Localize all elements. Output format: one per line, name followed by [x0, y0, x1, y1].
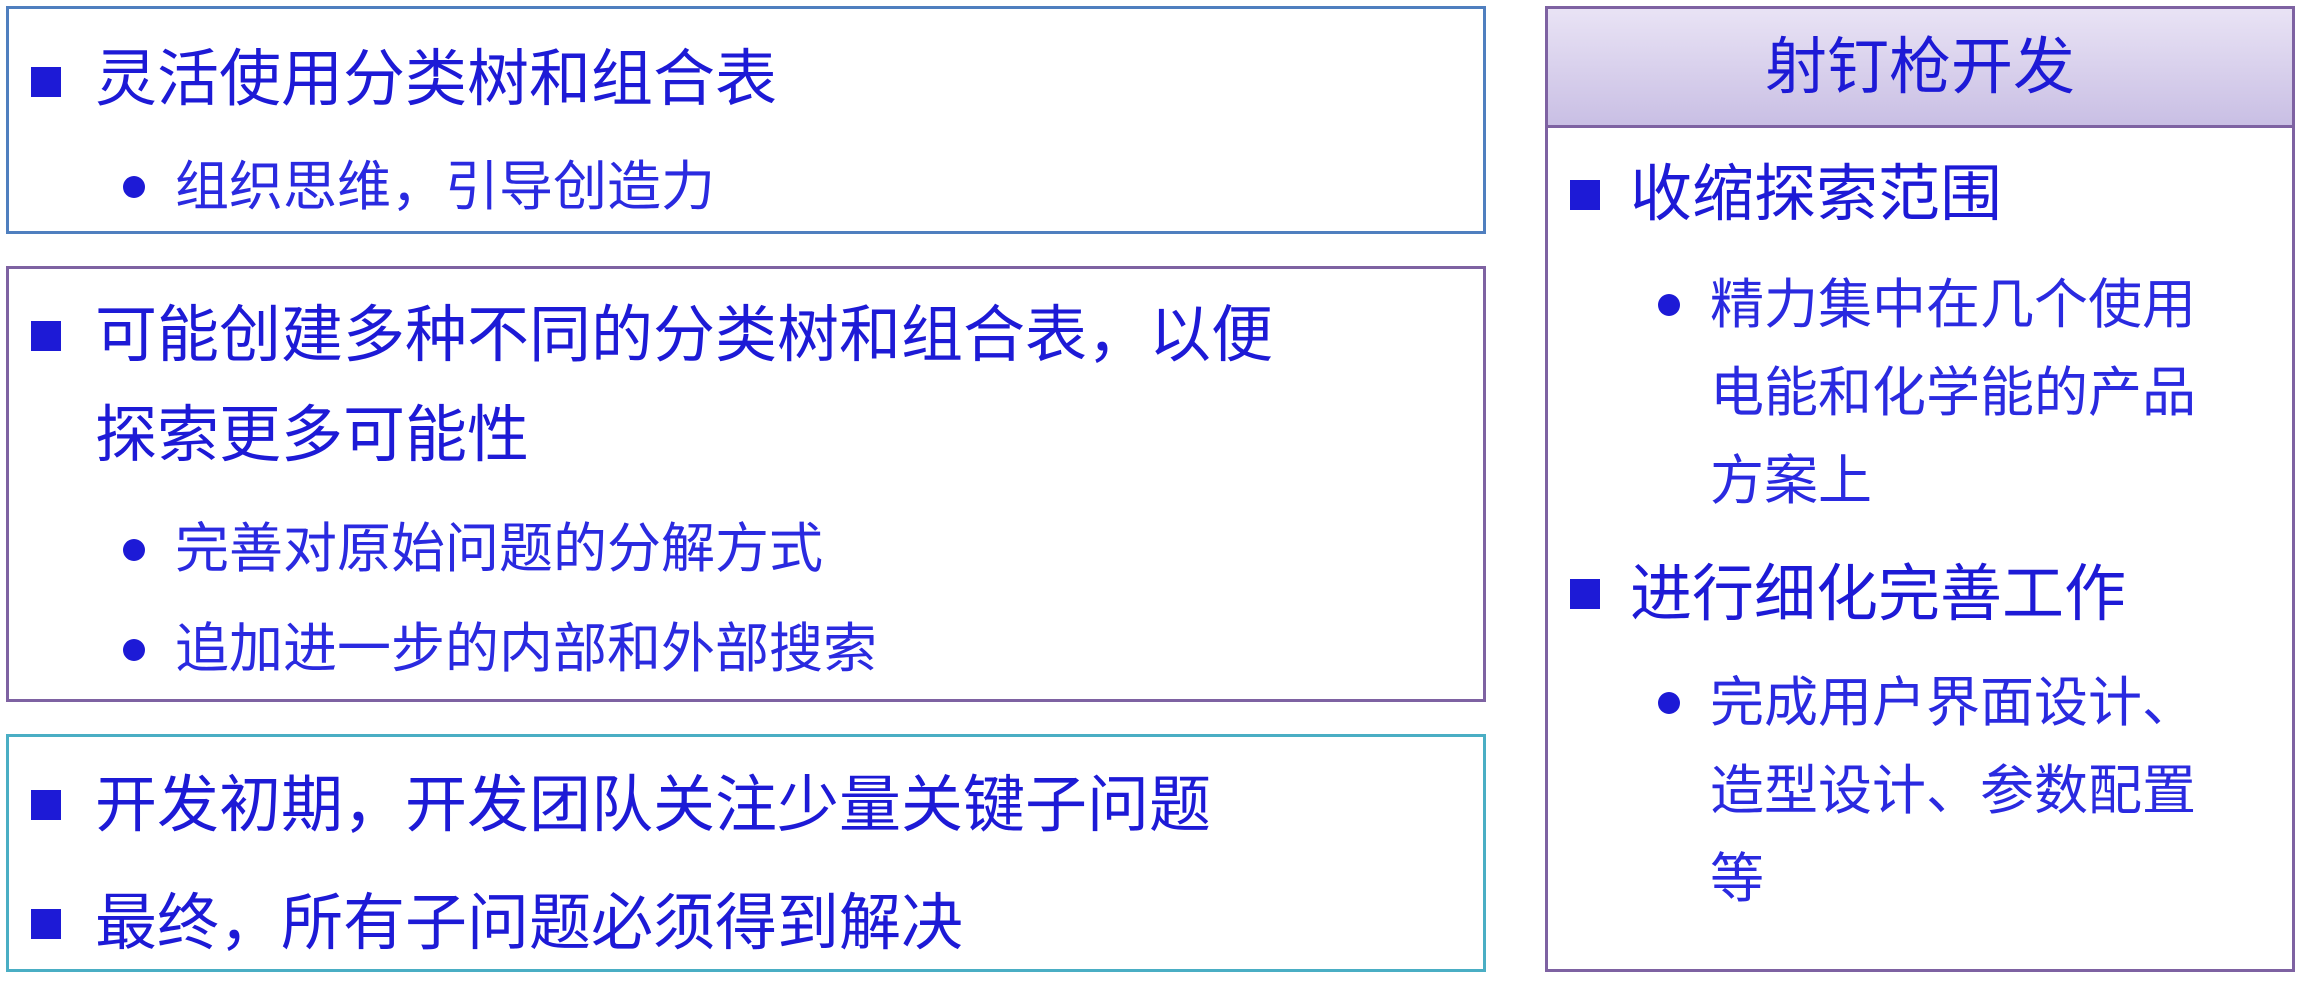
- bullet-text: 开发初期，开发团队关注少量关键子问题: [95, 768, 1212, 841]
- dot-bullet-icon: [123, 176, 145, 198]
- sub-bullet-text-line2: 电能和化学能的产品: [1710, 361, 2196, 424]
- sidebar-title: 射钉枪开发: [1548, 9, 2292, 128]
- square-bullet-icon: [31, 321, 61, 351]
- bullet-text: 收缩探索范围: [1630, 157, 2003, 230]
- sub-bullet-text: 组织思维，引导创造力: [175, 155, 715, 218]
- sub-bullet-text: 完善对原始问题的分解方式: [175, 517, 823, 580]
- dot-bullet-icon: [1658, 692, 1680, 714]
- sub-bullet-text-line2: 造型设计、参数配置: [1710, 759, 2196, 822]
- bullet-text: 灵活使用分类树和组合表: [95, 42, 778, 115]
- square-bullet-icon: [31, 909, 61, 939]
- bullet-text: 进行细化完善工作: [1630, 557, 2127, 630]
- sub-bullet-text-line1: 完成用户界面设计、: [1710, 671, 2196, 734]
- bullet-text-line1: 可能创建多种不同的分类树和组合表，以便: [95, 298, 1274, 371]
- square-bullet-icon: [31, 67, 61, 97]
- bullet-text: 最终，所有子问题必须得到解决: [95, 886, 964, 959]
- square-bullet-icon: [1570, 180, 1600, 210]
- sub-bullet-text: 追加进一步的内部和外部搜索: [175, 617, 877, 680]
- dot-bullet-icon: [1658, 294, 1680, 316]
- bullet-text-line2: 探索更多可能性: [95, 398, 530, 471]
- sub-bullet-text-line3: 等: [1710, 847, 1764, 910]
- dot-bullet-icon: [123, 539, 145, 561]
- box-nail-gun-example: 射钉枪开发 收缩探索范围 精力集中在几个使用 电能和化学能的产品 方案上 进行细…: [1545, 6, 2295, 972]
- dot-bullet-icon: [123, 639, 145, 661]
- sub-bullet-text-line3: 方案上: [1710, 449, 1872, 512]
- sub-bullet-text-line1: 精力集中在几个使用: [1710, 273, 2196, 336]
- box-key-subproblems: 开发初期，开发团队关注少量关键子问题 最终，所有子问题必须得到解决: [6, 734, 1486, 972]
- square-bullet-icon: [31, 790, 61, 820]
- square-bullet-icon: [1570, 579, 1600, 609]
- box-flexible-use: 灵活使用分类树和组合表 组织思维，引导创造力: [6, 6, 1486, 234]
- box-multiple-trees: 可能创建多种不同的分类树和组合表，以便 探索更多可能性 完善对原始问题的分解方式…: [6, 266, 1486, 702]
